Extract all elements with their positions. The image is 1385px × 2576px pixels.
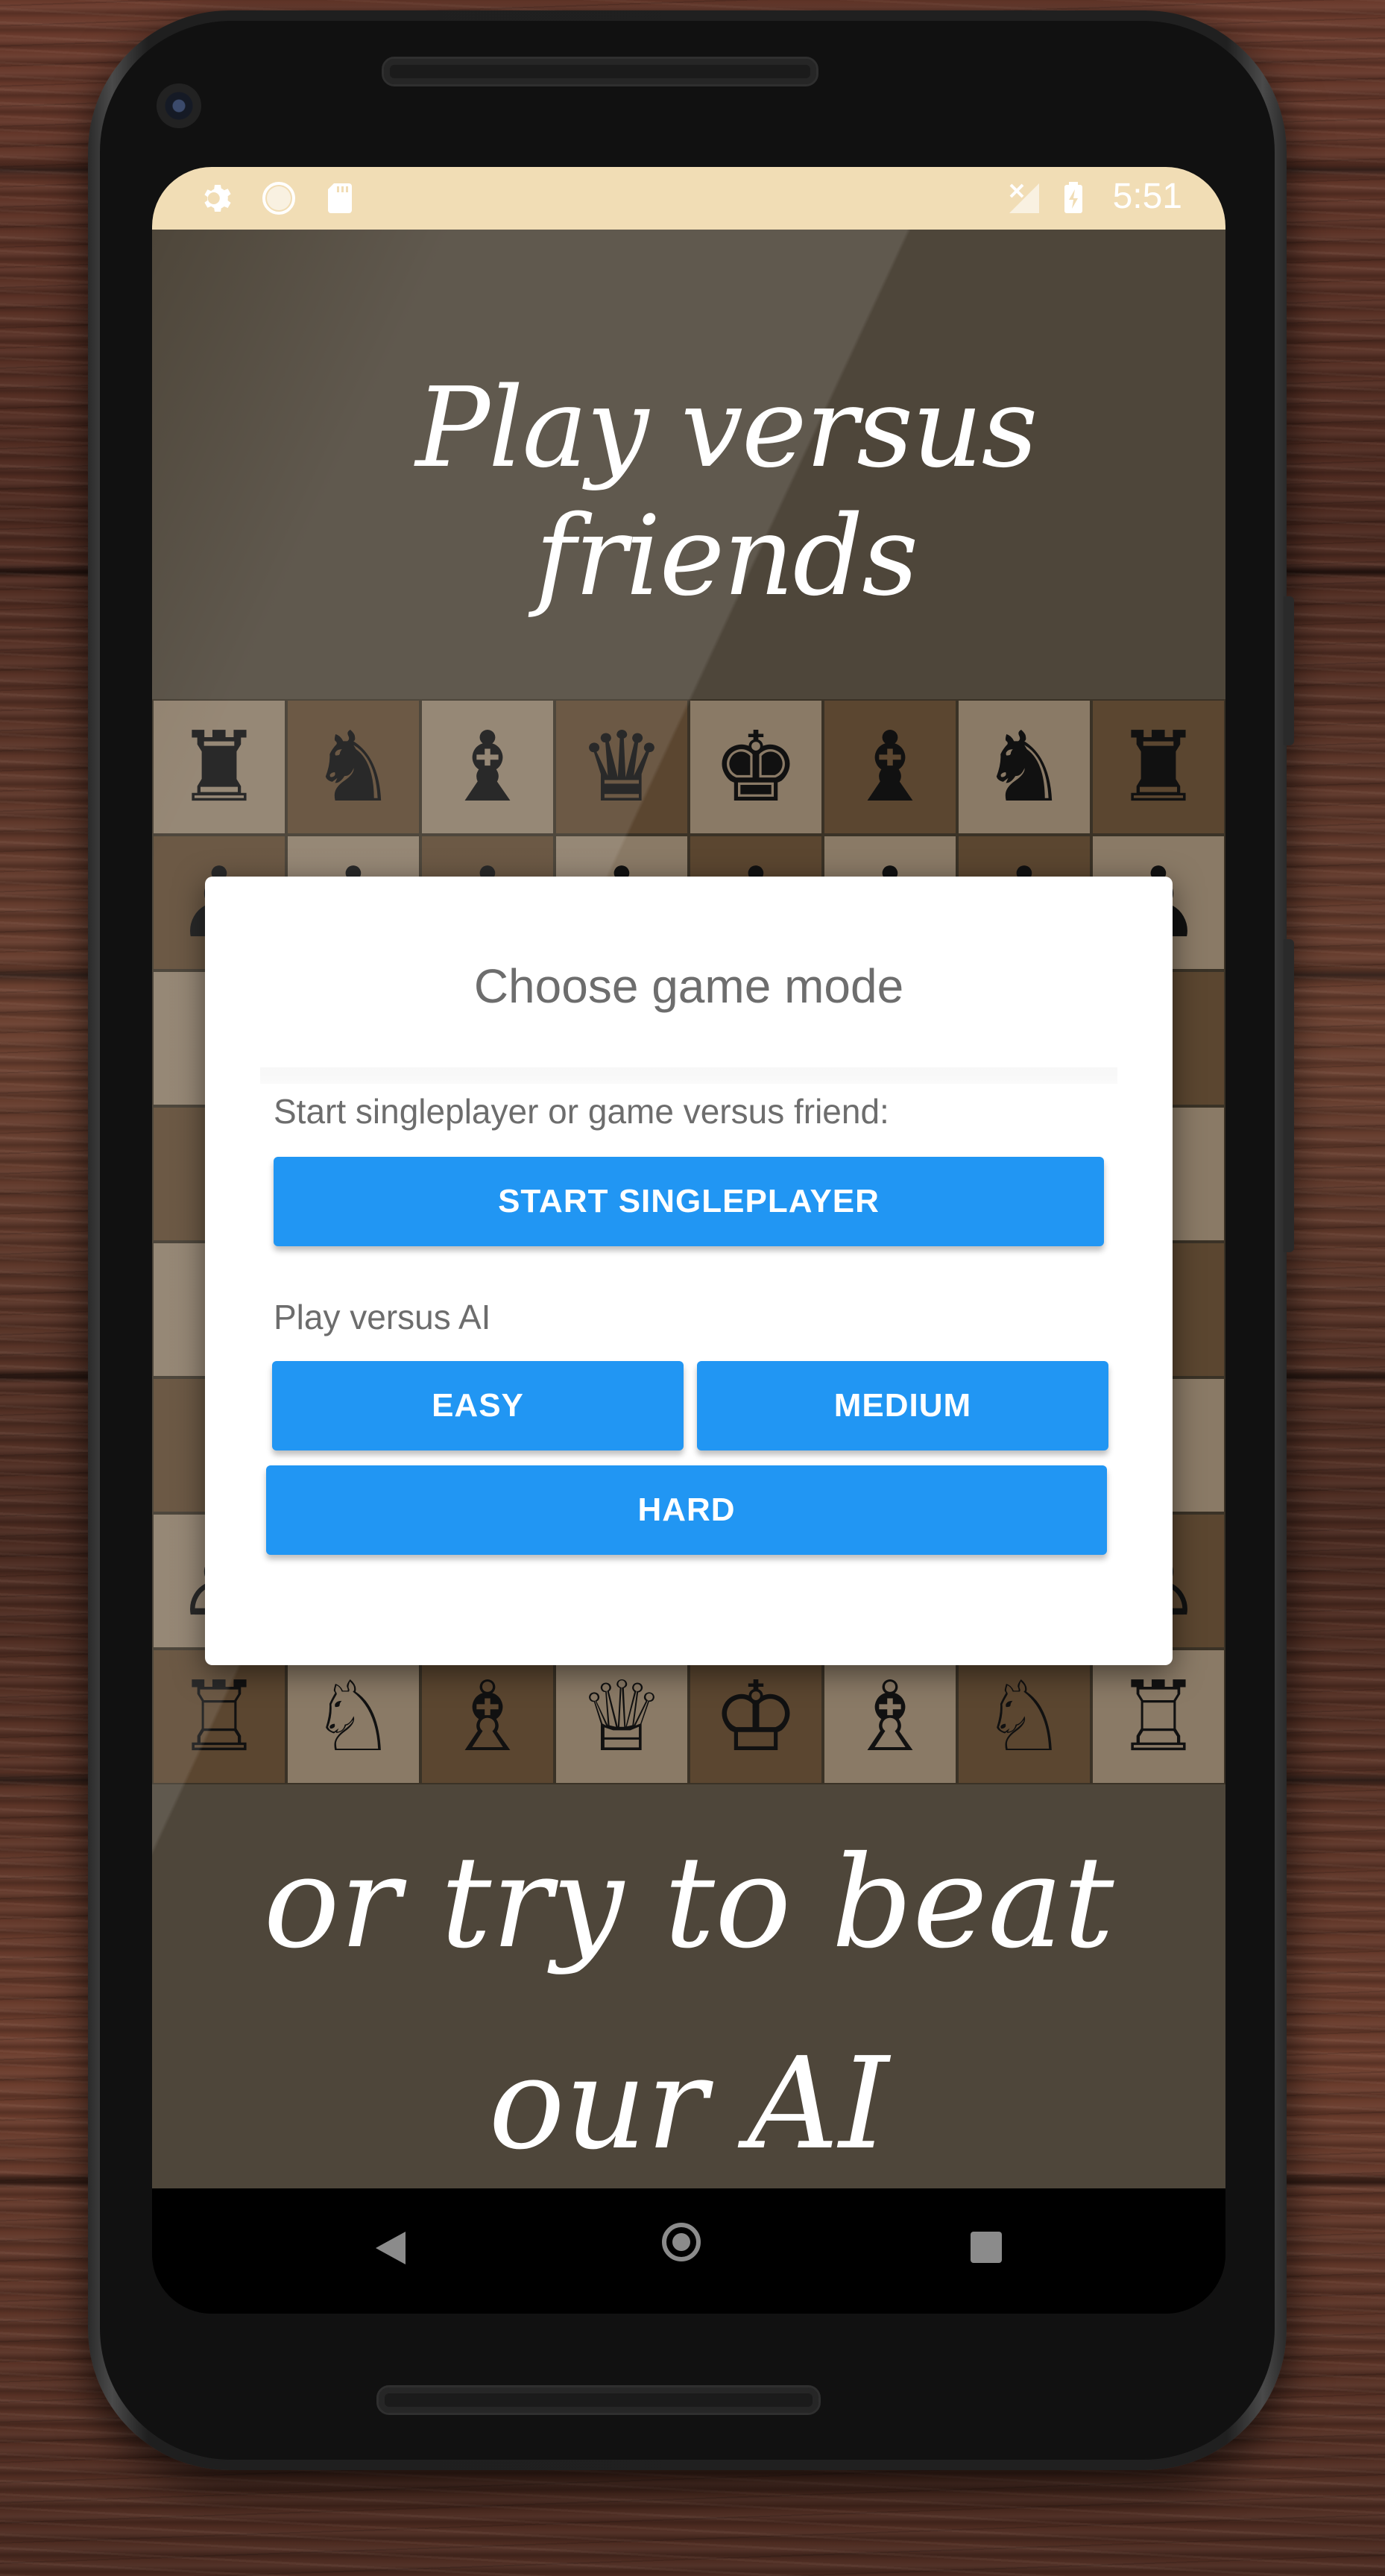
board-square[interactable]: ♚ <box>689 699 823 835</box>
no-signal-icon <box>1009 183 1039 213</box>
app-content: Play versus friends ♜♞♝♛♚♝♞♜♟♟♟♟♟♟♟♟♙♙♙♙… <box>152 230 1225 2188</box>
headline-bottom: or try to beat our AI <box>152 1802 1225 2188</box>
chess-piece: ♗ <box>444 1662 531 1771</box>
status-time: 5:51 <box>1112 177 1182 216</box>
navigation-bar <box>152 2188 1225 2314</box>
headline-bottom-line1: or try to beat <box>263 1829 1114 1977</box>
chess-piece: ♜ <box>175 713 263 821</box>
chess-piece: ♖ <box>1114 1662 1202 1771</box>
circle-icon <box>262 182 295 215</box>
chess-piece: ♘ <box>309 1662 397 1771</box>
game-mode-dialog: Choose game mode Start singleplayer or g… <box>205 877 1173 1665</box>
speaker-grille-bottom <box>376 2385 821 2415</box>
home-icon[interactable] <box>662 2223 701 2261</box>
front-camera <box>157 83 201 128</box>
board-square[interactable]: ♗ <box>420 1649 555 1784</box>
singleplayer-section-label: Start singleplayer or game versus friend… <box>274 1092 889 1131</box>
chess-piece: ♔ <box>712 1662 800 1771</box>
board-square[interactable]: ♞ <box>286 699 420 835</box>
settings-gear-icon <box>204 185 231 212</box>
board-square[interactable]: ♝ <box>823 699 957 835</box>
board-square[interactable]: ♖ <box>1091 1649 1225 1784</box>
start-singleplayer-button[interactable]: START SINGLEPLAYER <box>274 1157 1104 1246</box>
status-bar: 5:51 <box>152 167 1225 230</box>
phone-screen: 5:51 Play versus friends ♜♞♝♛♚♝♞♜♟♟♟♟♟♟♟… <box>152 167 1225 2314</box>
board-square[interactable]: ♕ <box>555 1649 689 1784</box>
chess-piece: ♕ <box>578 1662 666 1771</box>
board-square[interactable]: ♛ <box>555 699 689 835</box>
board-square[interactable]: ♗ <box>823 1649 957 1784</box>
battery-charging-icon <box>1064 182 1082 213</box>
chess-piece: ♞ <box>309 713 397 821</box>
chess-piece: ♞ <box>980 713 1068 821</box>
speaker-grille-top <box>382 57 818 86</box>
chess-piece: ♛ <box>578 713 666 821</box>
chess-piece: ♝ <box>444 713 531 821</box>
chess-piece: ♚ <box>712 713 800 821</box>
headline-top: Play versus friends <box>415 364 1038 620</box>
easy-button[interactable]: EASY <box>272 1361 684 1450</box>
board-square[interactable]: ♘ <box>957 1649 1091 1784</box>
chess-piece: ♖ <box>175 1662 263 1771</box>
dialog-title: Choose game mode <box>473 959 904 1013</box>
board-square[interactable]: ♝ <box>420 699 555 835</box>
volume-button <box>1284 939 1294 1252</box>
board-square[interactable]: ♜ <box>152 699 286 835</box>
recents-icon[interactable] <box>971 2232 1002 2263</box>
board-square[interactable]: ♞ <box>957 699 1091 835</box>
chess-piece: ♝ <box>846 713 934 821</box>
back-icon[interactable] <box>376 2232 406 2264</box>
chess-piece: ♜ <box>1114 713 1202 821</box>
dialog-divider <box>260 1067 1117 1084</box>
medium-button[interactable]: MEDIUM <box>697 1361 1108 1450</box>
board-square[interactable]: ♔ <box>689 1649 823 1784</box>
headline-bottom-line2: our AI <box>488 2030 889 2178</box>
hard-button[interactable]: HARD <box>266 1465 1107 1555</box>
sd-card-icon <box>328 183 352 213</box>
chess-piece: ♗ <box>846 1662 934 1771</box>
board-square[interactable]: ♘ <box>286 1649 420 1784</box>
chess-piece: ♘ <box>980 1662 1068 1771</box>
power-button <box>1284 596 1294 745</box>
board-square[interactable]: ♖ <box>152 1649 286 1784</box>
ai-section-label: Play versus AI <box>274 1298 491 1336</box>
board-square[interactable]: ♜ <box>1091 699 1225 835</box>
